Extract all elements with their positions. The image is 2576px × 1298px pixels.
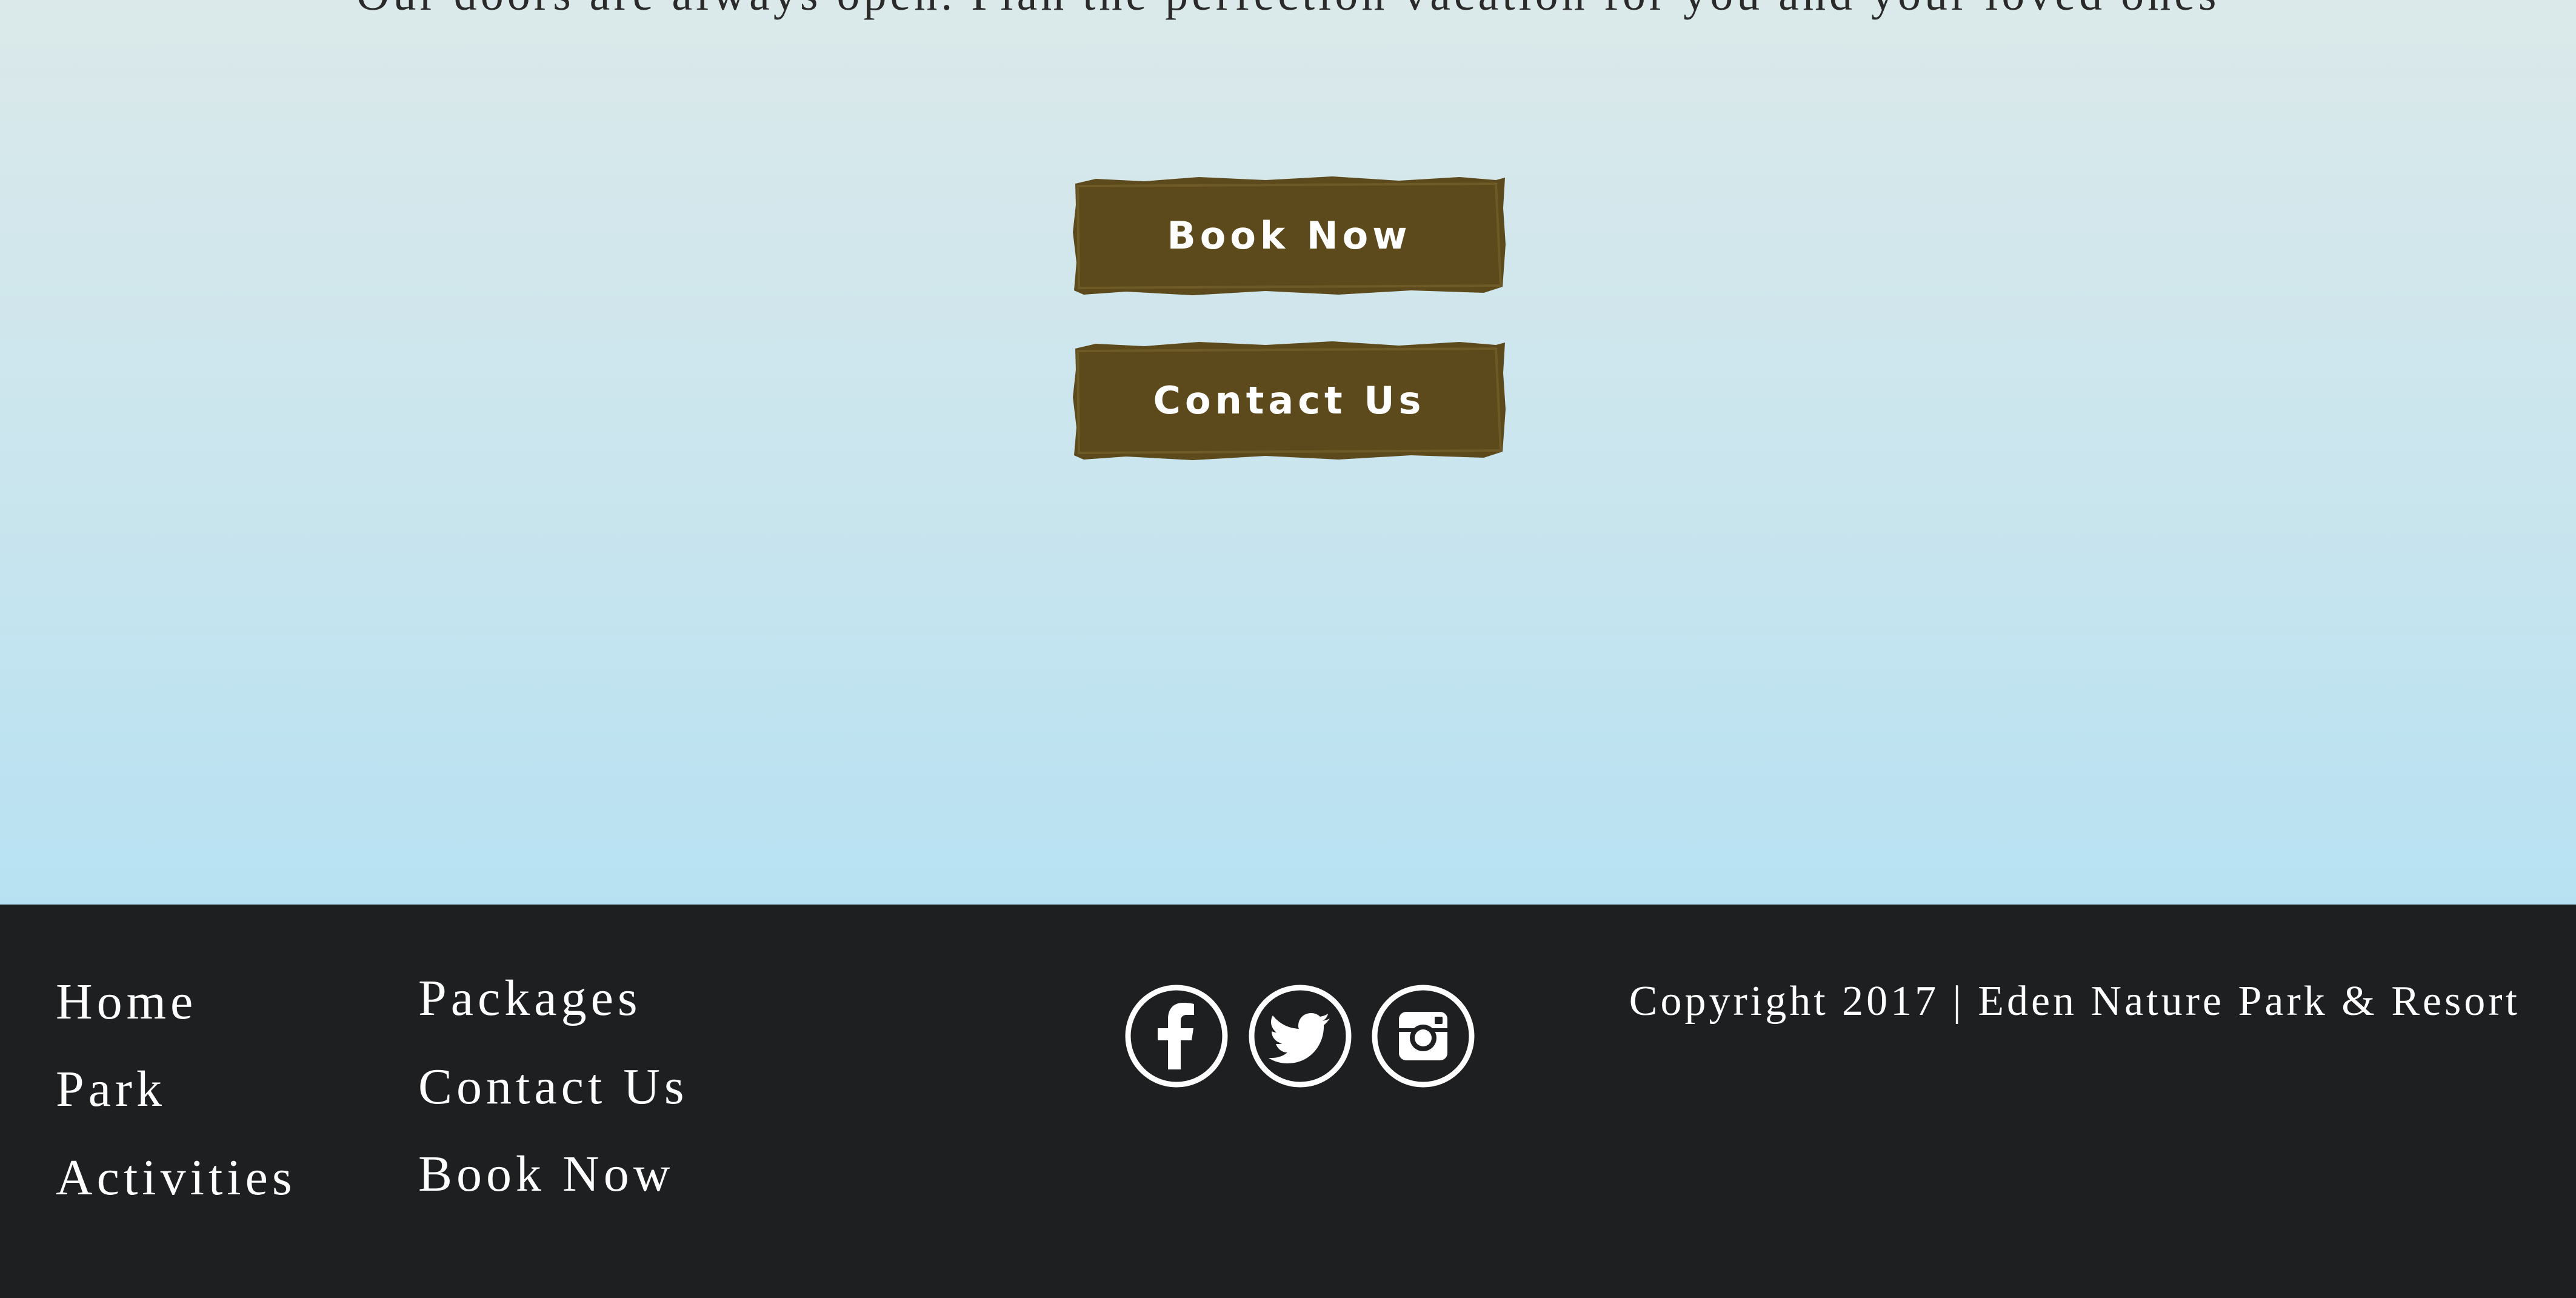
copyright-text: Copyright 2017 | Eden Nature Park & Reso…	[1629, 978, 2520, 1025]
hero-section: Our doors are always open. Plan the perf…	[0, 0, 2576, 905]
footer: Home Park Activities Packages Contact Us…	[0, 905, 2576, 1298]
book-now-button[interactable]: Book Now	[1072, 172, 1507, 299]
facebook-icon[interactable]	[1125, 985, 1228, 1088]
instagram-icon[interactable]	[1372, 985, 1475, 1088]
contact-us-label: Contact Us	[1153, 378, 1426, 423]
hero-tagline: Our doors are always open. Plan the perf…	[0, 0, 2576, 21]
footer-link-home[interactable]: Home	[56, 972, 197, 1031]
contact-us-button[interactable]: Contact Us	[1072, 336, 1507, 464]
twitter-icon[interactable]	[1249, 985, 1352, 1088]
footer-link-packages[interactable]: Packages	[418, 969, 642, 1028]
footer-link-book-now[interactable]: Book Now	[418, 1145, 674, 1203]
footer-link-contact-us[interactable]: Contact Us	[418, 1057, 689, 1116]
footer-link-activities[interactable]: Activities	[56, 1148, 296, 1207]
book-now-label: Book Now	[1167, 213, 1412, 258]
footer-link-park[interactable]: Park	[56, 1060, 166, 1119]
